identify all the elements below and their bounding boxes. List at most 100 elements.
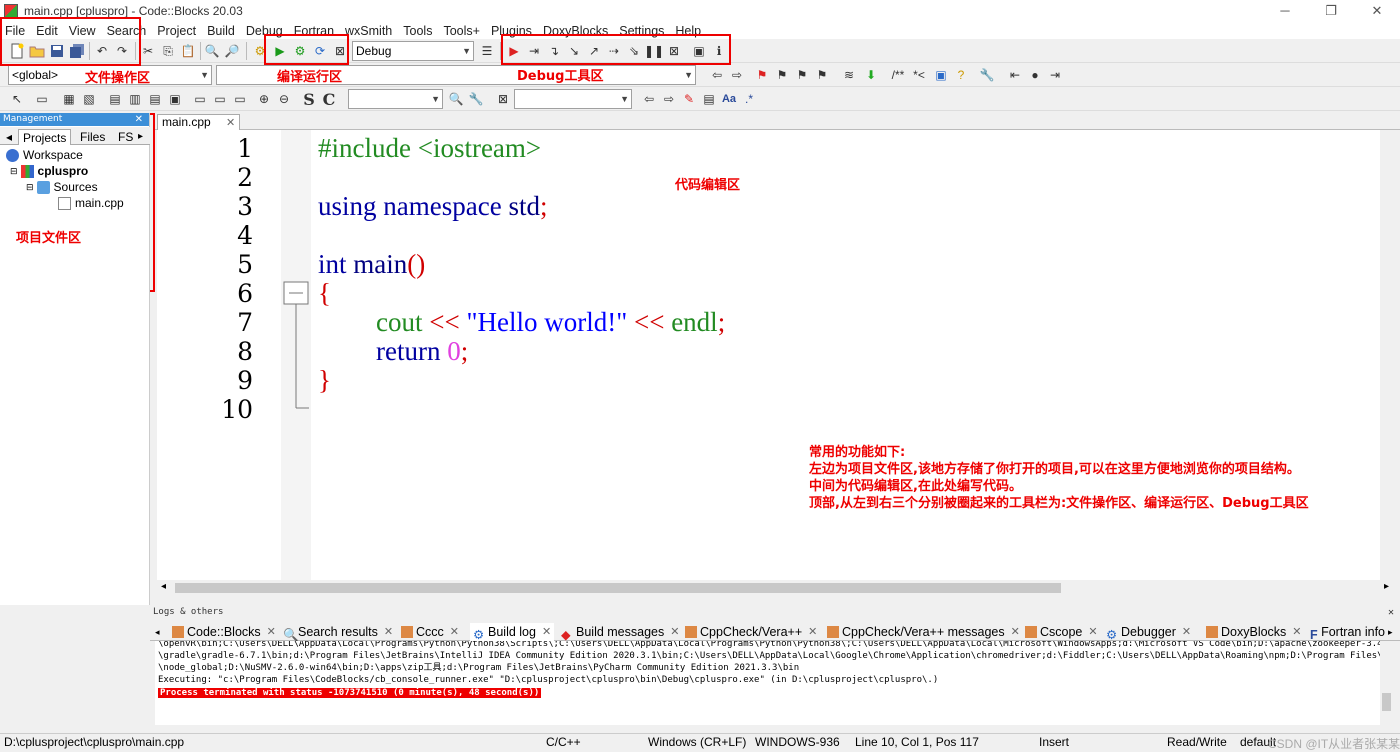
editor-tab-main-cpp[interactable]: main.cpp ✕ [157, 114, 241, 130]
pointer-icon[interactable]: ↖ [8, 90, 26, 108]
clear-search-icon[interactable]: ⊠ [494, 90, 512, 108]
tree-item-workspace[interactable]: Workspace [6, 147, 83, 163]
line-comment-button[interactable]: *< [910, 66, 928, 84]
cut-icon[interactable]: ✂ [139, 42, 157, 60]
bookmark-prev-icon[interactable]: ⚑ [773, 66, 791, 84]
close-tab-icon[interactable]: ✕ [808, 623, 817, 641]
minimize-button[interactable]: ─ [1262, 0, 1308, 22]
tab-cppcheck[interactable]: CppCheck/Vera++ ✕ [685, 623, 817, 641]
tab-search-results[interactable]: 🔍 Search results ✕ [283, 623, 393, 642]
bookmark-toggle-icon[interactable]: ⚑ [753, 66, 771, 84]
tab-scroll-right-icon[interactable]: ▸ [134, 129, 147, 145]
tab-codeblocks[interactable]: Code::Blocks ✕ [172, 623, 276, 641]
tab-cppcheck-messages[interactable]: CppCheck/Vera++ messages ✕ [827, 623, 1020, 641]
goto-start-icon[interactable]: ⇤ [1006, 66, 1024, 84]
border-left-icon[interactable]: ▭ [191, 90, 209, 108]
target-options-icon[interactable]: ☰ [478, 42, 496, 60]
bookmark-clear-icon[interactable]: ⚑ [813, 66, 831, 84]
scrollbar-thumb[interactable] [1382, 693, 1391, 711]
tree-item-main-cpp[interactable]: main.cpp [58, 195, 124, 211]
zoom-out-icon[interactable]: ⊖ [275, 90, 293, 108]
jump-forward-icon[interactable]: ⇨ [728, 66, 746, 84]
tab-build-messages[interactable]: ◆ Build messages ✕ [561, 623, 679, 642]
editor-horizontal-scrollbar[interactable]: ◂ ▸ [157, 580, 1393, 596]
wrench-icon[interactable]: 🔧 [978, 66, 996, 84]
close-panel-icon[interactable]: ✕ [135, 113, 143, 126]
tab-fortran-info[interactable]: F Fortran info [1310, 623, 1385, 641]
code-editor[interactable]: 1 2 3 4 5 6 7 8 9 10 #include <iostream>… [157, 130, 1380, 580]
html-docs-icon[interactable]: ▣ [932, 66, 950, 84]
sizer-v-icon[interactable]: ▥ [126, 90, 144, 108]
logs-vertical-scrollbar[interactable] [1380, 641, 1393, 725]
c-button[interactable]: C [320, 90, 338, 109]
close-tab-icon[interactable]: ✕ [542, 623, 551, 641]
sizer-h-icon[interactable]: ▤ [106, 90, 124, 108]
tree-item-sources[interactable]: ⊟ Sources [26, 179, 98, 195]
border-right-icon[interactable]: ▭ [231, 90, 249, 108]
close-tab-icon[interactable]: ✕ [450, 623, 459, 641]
zoom-in-icon[interactable]: ⊕ [255, 90, 273, 108]
replace-icon[interactable]: 🔎 [223, 42, 241, 60]
copy-icon[interactable]: ⎘ [159, 42, 177, 60]
settings-wrench-icon[interactable]: 🔧 [467, 90, 485, 108]
close-logs-icon[interactable]: ✕ [1388, 605, 1394, 620]
dot-icon[interactable]: ● [1026, 66, 1044, 84]
search-icon[interactable]: 🔍 [447, 90, 465, 108]
tab-files[interactable]: Files [76, 129, 109, 145]
build-log-output[interactable]: \openvR\bin;C:\Users\DELL\AppData\Local\… [155, 641, 1380, 725]
regex-icon[interactable]: .* [740, 90, 758, 108]
tab-cccc[interactable]: Cccc ✕ [401, 623, 459, 641]
frame-icon[interactable]: ▭ [33, 90, 51, 108]
block-comment-button[interactable]: /** [885, 66, 911, 84]
close-tab-icon[interactable]: ✕ [1011, 623, 1020, 641]
tab-cscope[interactable]: Cscope ✕ [1025, 623, 1098, 641]
doxy-wizard-icon[interactable]: ≋ [840, 66, 858, 84]
menu-tools[interactable]: Tools [398, 24, 438, 38]
menu-project[interactable]: Project [152, 24, 202, 38]
selected-text-icon[interactable]: ▤ [700, 90, 718, 108]
build-target-select[interactable]: Debug ▼ [352, 41, 474, 61]
panel-icon[interactable]: ▧ [80, 90, 98, 108]
sizer-grid-icon[interactable]: ▤ [146, 90, 164, 108]
paste-icon[interactable]: 📋 [179, 42, 197, 60]
search-next-icon[interactable]: ⇨ [660, 90, 678, 108]
close-tab-icon[interactable]: ✕ [267, 623, 276, 641]
close-tab-icon[interactable]: ✕ [226, 117, 235, 129]
goto-end-icon[interactable]: ⇥ [1046, 66, 1064, 84]
style-select[interactable]: ▼ [348, 89, 443, 109]
bookmark-next-icon[interactable]: ⚑ [793, 66, 811, 84]
highlight-icon[interactable]: ✎ [680, 90, 698, 108]
doxy-extract-icon[interactable]: ⬇ [862, 66, 880, 84]
menu-tools-plus[interactable]: Tools+ [438, 24, 485, 38]
tab-doxyblocks[interactable]: DoxyBlocks ✕ [1206, 623, 1302, 641]
editor-vertical-scrollbar[interactable] [1380, 130, 1393, 580]
close-tab-icon[interactable]: ✕ [1088, 623, 1097, 641]
chm-docs-icon[interactable]: ? [952, 66, 970, 84]
border-center-icon[interactable]: ▭ [211, 90, 229, 108]
s-button[interactable]: S [300, 90, 318, 109]
tab-scroll-right-icon[interactable]: ▸ [1388, 623, 1393, 641]
find-icon[interactable]: 🔍 [203, 42, 221, 60]
tab-projects[interactable]: Projects [18, 129, 72, 145]
search-prev-icon[interactable]: ⇦ [640, 90, 658, 108]
tab-build-log[interactable]: ⚙ Build log ✕ [470, 623, 555, 642]
match-case-button[interactable]: Aa [720, 90, 738, 108]
incremental-search-input[interactable]: ▼ [514, 89, 632, 109]
jump-back-icon[interactable]: ⇦ [708, 66, 726, 84]
close-tab-icon[interactable]: ✕ [384, 623, 393, 641]
scroll-left-icon[interactable]: ◂ [161, 581, 166, 592]
close-tab-icon[interactable]: ✕ [1292, 623, 1301, 641]
close-tab-icon[interactable]: ✕ [1182, 623, 1191, 641]
grid-icon[interactable]: ▦ [60, 90, 78, 108]
tab-debugger[interactable]: ⚙ Debugger ✕ [1106, 623, 1191, 642]
sizer-box-icon[interactable]: ▣ [166, 90, 184, 108]
fold-marker-icon[interactable] [281, 130, 311, 430]
tree-item-project[interactable]: ⊟ cpluspro [10, 163, 88, 179]
menu-build[interactable]: Build [202, 24, 241, 38]
close-window-button[interactable]: ✕ [1354, 0, 1400, 22]
maximize-button[interactable]: ❐ [1308, 0, 1354, 22]
scroll-right-icon[interactable]: ▸ [1384, 581, 1389, 592]
tab-scroll-left-icon[interactable]: ◂ [155, 623, 160, 641]
scrollbar-thumb[interactable] [175, 583, 1061, 593]
close-tab-icon[interactable]: ✕ [670, 623, 679, 641]
